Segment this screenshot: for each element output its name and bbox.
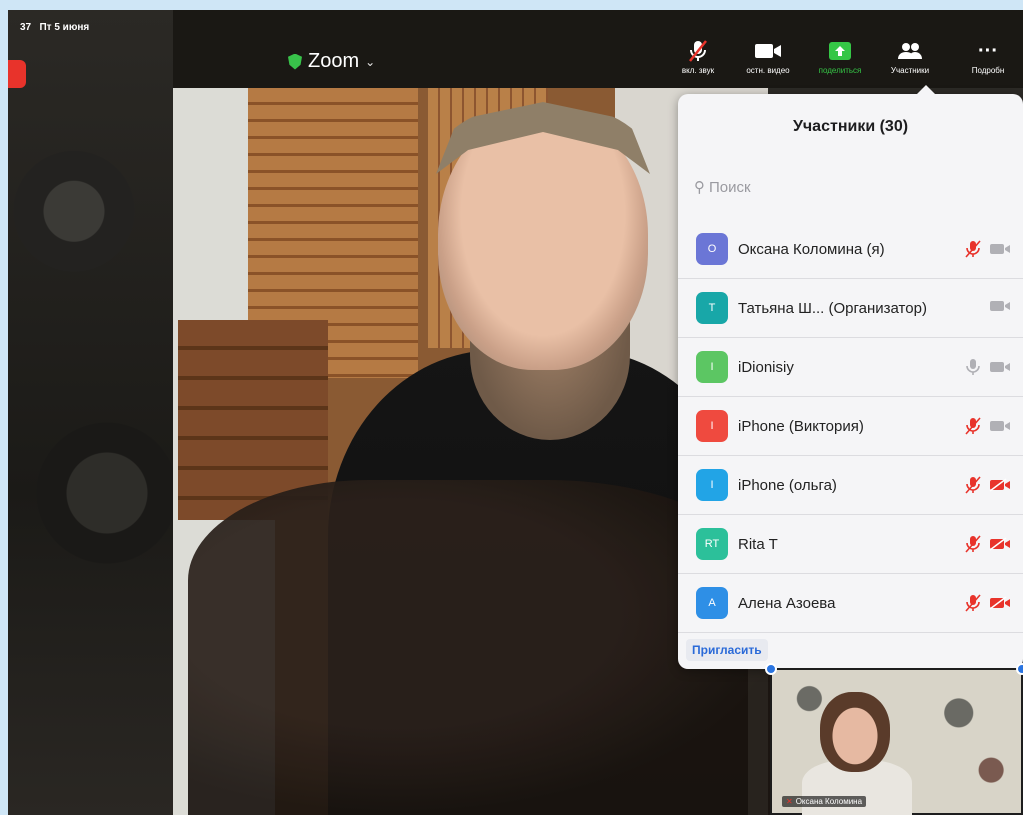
participant-status-icons bbox=[965, 594, 1011, 617]
video-camera-icon bbox=[989, 242, 1011, 261]
participants-label: Участники bbox=[890, 66, 930, 75]
video-off-icon bbox=[989, 596, 1011, 615]
participant-row[interactable]: О Оксана Коломина (я) bbox=[678, 220, 1023, 279]
participant-row[interactable]: IiPhone (Виктория) bbox=[678, 397, 1023, 456]
participant-status-icons bbox=[965, 358, 1011, 381]
microphone-muted-icon bbox=[663, 38, 733, 64]
share-button[interactable]: поделиться bbox=[805, 38, 875, 75]
share-screen-icon bbox=[805, 38, 875, 64]
chevron-down-icon: ⌄ bbox=[365, 54, 376, 69]
video-off-icon bbox=[989, 478, 1011, 497]
microphone-muted-icon bbox=[965, 240, 981, 263]
invite-button[interactable]: Пригласить bbox=[686, 639, 768, 661]
participants-panel: Участники (30) ⚲ Поиск О Оксана Коломина … bbox=[678, 85, 1023, 669]
microphone-muted-icon bbox=[965, 535, 981, 558]
stop-video-button[interactable]: остн. видео bbox=[733, 38, 803, 75]
shield-icon bbox=[288, 53, 302, 70]
microphone-muted-icon bbox=[965, 417, 981, 440]
self-view-name: Оксана Коломина bbox=[795, 797, 863, 806]
participant-name: iPhone (Виктория) bbox=[738, 417, 864, 435]
participant-status-icons bbox=[965, 476, 1011, 499]
search-input[interactable]: ⚲ Поиск bbox=[690, 170, 1015, 204]
microphone-icon bbox=[965, 358, 981, 381]
participants-panel-title: Участники (30) bbox=[792, 118, 909, 135]
participant-row[interactable]: Т Татьяна Ш... (Организатор) bbox=[678, 279, 1023, 338]
participant-row[interactable]: IiDionisiy bbox=[678, 338, 1023, 397]
participant-name: Rita T bbox=[738, 535, 778, 553]
participants-button[interactable]: Участники bbox=[875, 38, 945, 75]
left-background bbox=[8, 10, 173, 815]
self-view-video[interactable]: ✕ Оксана Коломина bbox=[765, 663, 1023, 815]
share-label: поделиться bbox=[818, 66, 862, 75]
stop-video-label: остн. видео bbox=[746, 66, 790, 75]
participant-row[interactable]: IiPhone (ольга) bbox=[678, 456, 1023, 515]
participant-avatar: О bbox=[696, 233, 728, 265]
participant-row[interactable]: RT Rita T bbox=[678, 515, 1023, 574]
participant-row[interactable]: A Алена Азоева bbox=[678, 574, 1023, 633]
meeting-title-text: Zoom bbox=[308, 50, 360, 72]
microphone-muted-icon bbox=[965, 594, 981, 617]
resize-handle-left[interactable] bbox=[765, 663, 777, 675]
participant-name: Алена Азоева bbox=[738, 594, 836, 612]
more-label: Подробн bbox=[971, 66, 1005, 75]
video-camera-icon bbox=[989, 360, 1011, 379]
participant-avatar: RT bbox=[696, 528, 728, 560]
video-camera-icon bbox=[733, 38, 803, 64]
resize-handle-right[interactable] bbox=[1016, 663, 1023, 675]
self-view-name-tag: ✕ Оксана Коломина bbox=[782, 796, 867, 807]
zoom-screen: 37 Пт 5 июня Zoom ⌄ вкл. звук остн. виде… bbox=[8, 10, 1023, 815]
participant-name: iDionisiy bbox=[738, 358, 794, 376]
participants-icon bbox=[875, 38, 945, 64]
search-placeholder: Поиск bbox=[709, 178, 751, 196]
leave-button[interactable] bbox=[8, 60, 26, 88]
participants-list: О Оксана Коломина (я) Т Татьяна Ш... (Орган… bbox=[678, 220, 1023, 633]
search-icon: ⚲ bbox=[694, 179, 705, 196]
participant-avatar: Т bbox=[696, 292, 728, 324]
participant-status-icons bbox=[989, 299, 1011, 318]
participant-status-icons bbox=[965, 535, 1011, 558]
unmute-label: вкл. звук bbox=[681, 66, 715, 75]
participant-avatar: I bbox=[696, 410, 728, 442]
microphone-muted-icon bbox=[965, 476, 981, 499]
self-view-person bbox=[820, 692, 890, 772]
video-camera-icon bbox=[989, 419, 1011, 438]
video-camera-icon bbox=[989, 299, 1011, 318]
participant-status-icons bbox=[965, 240, 1011, 263]
participant-name: Оксана Коломина (я) bbox=[738, 240, 885, 258]
participant-name: iPhone (ольга) bbox=[738, 476, 837, 494]
participant-avatar: I bbox=[696, 469, 728, 501]
unmute-button[interactable]: вкл. звук bbox=[663, 38, 733, 75]
participant-status-icons bbox=[965, 417, 1011, 440]
participant-name: Татьяна Ш... (Организатор) bbox=[738, 299, 927, 317]
participant-avatar: A bbox=[696, 587, 728, 619]
more-icon: ··· bbox=[978, 39, 998, 62]
microphone-muted-icon: ✕ bbox=[786, 797, 793, 806]
video-off-icon bbox=[989, 537, 1011, 556]
participant-avatar: I bbox=[696, 351, 728, 383]
meeting-title[interactable]: Zoom ⌄ bbox=[288, 50, 375, 73]
more-button[interactable]: ··· Подробн bbox=[953, 38, 1023, 76]
meeting-toolbar: Zoom ⌄ вкл. звук остн. видео поделиться bbox=[8, 30, 1023, 92]
